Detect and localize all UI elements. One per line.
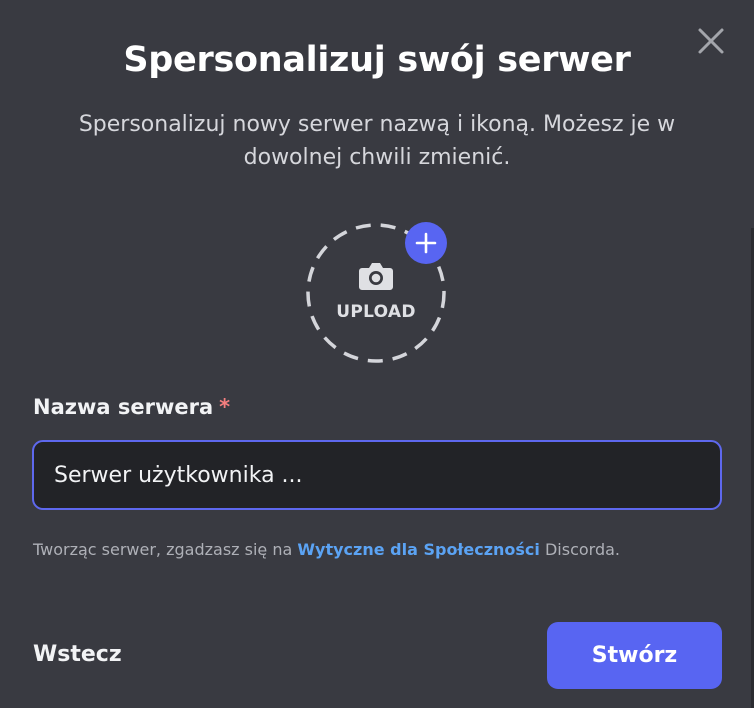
terms-prefix: Tworząc serwer, zgadzasz się na [33,540,298,559]
server-name-label-text: Nazwa serwera [33,395,214,419]
terms-notice: Tworząc serwer, zgadzasz się na Wytyczne… [33,540,620,559]
required-asterisk: * [219,395,231,419]
back-button[interactable]: Wstecz [33,642,122,667]
plus-icon [415,232,437,254]
modal-title: Spersonalizuj swój serwer [123,40,631,80]
create-server-modal: Spersonalizuj swój serwer Spersonalizuj … [0,0,754,708]
upload-label: UPLOAD [336,302,416,322]
community-guidelines-link[interactable]: Wytyczne dla Społeczności [297,540,540,559]
server-name-label: Nazwa serwera * [33,395,230,419]
modal-subtitle: Spersonalizuj nowy serwer nazwą i ikoną.… [78,112,676,170]
server-name-field [32,440,722,510]
server-name-input[interactable] [34,442,720,508]
add-icon-button[interactable] [405,222,447,264]
terms-suffix: Discorda. [539,540,621,559]
create-button[interactable]: Stwórz [547,622,722,689]
camera-icon [359,263,393,290]
